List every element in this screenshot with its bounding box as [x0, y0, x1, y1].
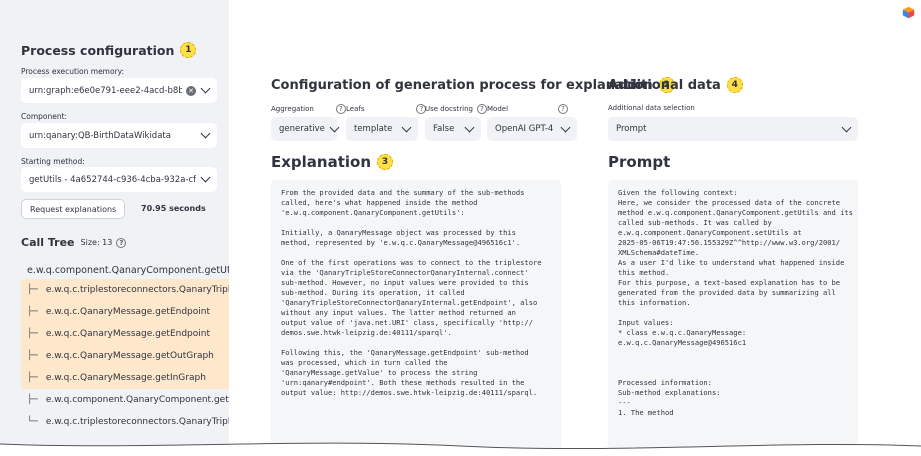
tree-connector: ├─ — [27, 373, 38, 383]
leafs-select[interactable]: template — [346, 117, 418, 141]
process-config-heading: Process configuration 1 — [21, 42, 197, 58]
step-badge-1: 1 — [180, 42, 197, 58]
help-circle-icon[interactable]: ? — [476, 104, 487, 114]
elapsed-time: 70.95 seconds — [141, 204, 206, 213]
memory-value: urn:graph:e6e0e791-eee2-4acd-b8b3-a6... — [29, 85, 182, 96]
tree-item-label: e.w.q.c.triplestoreconnectors.QanaryTrip… — [45, 285, 229, 295]
colorful-cube-icon — [902, 6, 915, 19]
component-value: urn:qanary:QB-BirthDataWikidata — [29, 130, 171, 141]
model-label-text: Model — [487, 105, 509, 113]
help-circle-icon[interactable]: ? — [116, 237, 127, 248]
call-tree-heading: Call Tree Size: 13 ? — [21, 236, 127, 249]
tree-connector: ├─ — [27, 285, 38, 295]
help-circle-icon[interactable]: ? — [558, 104, 569, 114]
explanation-title: Explanation — [271, 153, 372, 171]
step-badge-3: 3 — [377, 154, 394, 170]
tree-connector: ├─ — [27, 395, 38, 405]
docstring-label: Use docstring ? — [425, 104, 487, 114]
chevron-down-icon — [464, 122, 475, 132]
tree-item-label: e.w.q.c.triplestoreconnectors.QanaryTrip… — [45, 417, 229, 427]
call-tree-title: Call Tree — [21, 236, 75, 249]
process-config-title: Process configuration — [21, 42, 175, 58]
tree-connector: ├─ — [27, 351, 38, 361]
model-value: OpenAI GPT-4 — [495, 124, 554, 134]
aggregation-value: generative — [279, 124, 325, 134]
chevron-down-icon — [560, 122, 571, 132]
help-circle-icon[interactable]: ? — [335, 104, 346, 114]
explanation-text: From the provided data and the summary o… — [271, 180, 561, 456]
component-label: Component: — [21, 112, 68, 121]
config-title: Configuration of generation process for … — [271, 77, 653, 93]
aggregation-label: Aggregation ? — [271, 104, 346, 114]
tree-item-label: e.w.q.c.QanaryMessage.getInGraph — [45, 373, 206, 383]
tree-item-label: e.w.q.c.QanaryMessage.getEndpoint — [45, 307, 211, 317]
tree-item[interactable]: ├─ e.w.q.c.triplestoreconnectors.QanaryTr… — [21, 279, 229, 301]
memory-select[interactable]: urn:graph:e6e0e791-eee2-4acd-b8b3-a6... … — [21, 78, 217, 103]
prompt-heading: Prompt — [608, 153, 671, 171]
tree-root-item[interactable]: e.w.q.component.QanaryComponent.getUtils — [27, 265, 229, 276]
memory-label: Process execution memory: — [21, 67, 125, 76]
tree-item[interactable]: └─ e.w.q.c.triplestoreconnectors.QanaryTr… — [21, 411, 229, 433]
docstring-value: False — [433, 124, 455, 134]
method-label: Starting method: — [21, 157, 85, 166]
call-tree-list: ├─ e.w.q.c.triplestoreconnectors.QanaryTr… — [21, 279, 229, 433]
explanation-heading: Explanation 3 — [271, 153, 394, 171]
clear-icon[interactable]: ✕ — [186, 85, 196, 96]
torn-edge — [0, 442, 921, 456]
additional-selection-select[interactable]: Prompt — [608, 117, 858, 141]
chevron-down-icon — [200, 128, 211, 139]
tree-connector: └─ — [27, 417, 38, 427]
chevron-down-icon — [841, 122, 852, 132]
leafs-label-text: Leafs — [346, 105, 365, 113]
tree-connector: ├─ — [27, 307, 38, 317]
tree-item[interactable]: ├─ e.w.q.c.QanaryMessage.getInGraph — [21, 367, 229, 389]
tree-item[interactable]: ├─ e.w.q.c.QanaryMessage.getEndpoint — [21, 301, 229, 323]
docstring-select[interactable]: False — [425, 117, 481, 141]
leafs-label: Leafs ? — [346, 104, 427, 114]
additional-data-heading: Additional data 4 — [608, 77, 743, 93]
tree-item[interactable]: ├─ e.w.q.c.QanaryMessage.getOutGraph — [21, 345, 229, 367]
additional-data-title: Additional data — [608, 77, 721, 93]
sidebar: Process configuration 1 Process executio… — [0, 0, 229, 456]
chevron-down-icon — [329, 122, 340, 132]
main-content: Configuration of generation process for … — [229, 0, 921, 456]
method-value: getUtils - 4a652744-c936-4cba-932a-cfac5… — [29, 174, 196, 185]
additional-selection-label: Additional data selection — [608, 104, 695, 112]
docstring-label-text: Use docstring — [425, 105, 473, 113]
leafs-value: template — [354, 124, 393, 134]
chevron-down-icon — [200, 83, 211, 94]
chevron-down-icon — [401, 122, 412, 132]
model-label: Model ? — [487, 104, 569, 114]
tree-item[interactable]: ├─ e.w.q.component.QanaryComponent.getApp… — [21, 389, 229, 411]
method-select[interactable]: getUtils - 4a652744-c936-4cba-932a-cfac5… — [21, 167, 217, 192]
tree-item-label: e.w.q.c.QanaryMessage.getOutGraph — [45, 351, 214, 361]
tree-item-label: e.w.q.c.QanaryMessage.getEndpoint — [45, 329, 211, 339]
tree-item[interactable]: ├─ e.w.q.c.QanaryMessage.getEndpoint — [21, 323, 229, 345]
tree-connector: ├─ — [27, 329, 38, 339]
prompt-text: Given the following context: Here, we co… — [608, 180, 858, 456]
step-badge-4: 4 — [726, 77, 743, 93]
aggregation-select[interactable]: generative — [271, 117, 340, 141]
chevron-down-icon — [200, 172, 211, 183]
tree-item-label: e.w.q.component.QanaryComponent.getAppli… — [45, 395, 229, 405]
model-select[interactable]: OpenAI GPT-4 — [487, 117, 577, 141]
component-select[interactable]: urn:qanary:QB-BirthDataWikidata — [21, 123, 217, 148]
additional-selection-value: Prompt — [616, 124, 647, 134]
call-tree-size: Size: 13 — [80, 238, 113, 247]
request-explanations-button[interactable]: Request explanations — [21, 199, 126, 219]
aggregation-label-text: Aggregation — [271, 105, 314, 113]
